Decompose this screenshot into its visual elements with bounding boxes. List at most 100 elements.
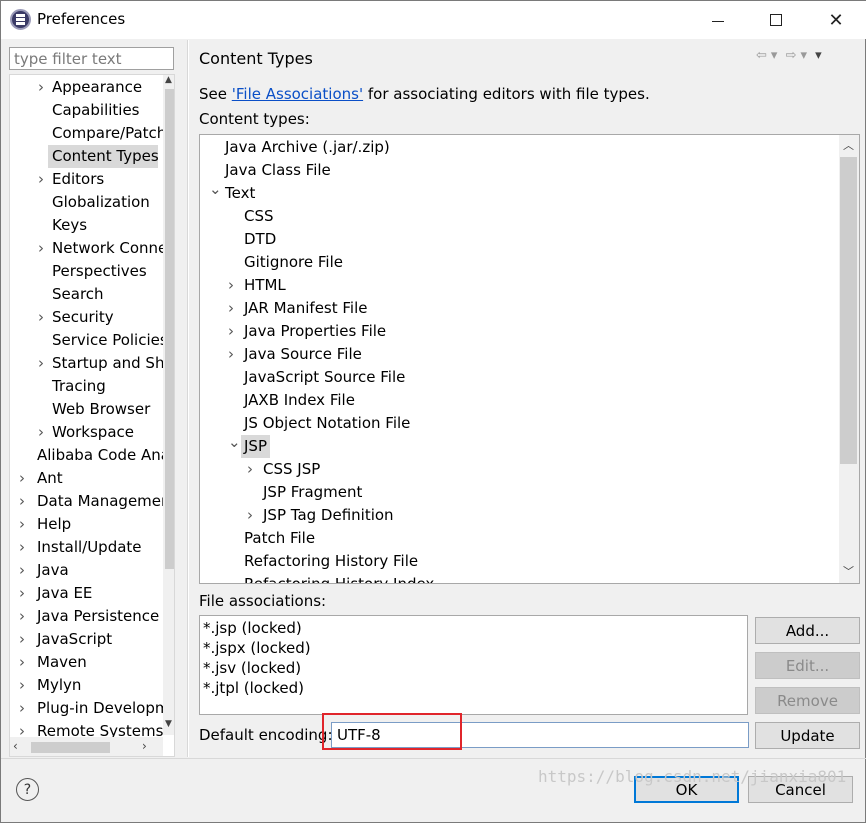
content-type-item[interactable]: JAXB Index File — [244, 389, 355, 412]
file-association-item[interactable]: *.jsp (locked) — [203, 619, 302, 637]
back-arrow-icon[interactable]: ⇦ — [756, 48, 767, 63]
scroll-up-icon[interactable]: ︿ — [843, 137, 854, 153]
content-type-item[interactable]: Java Class File — [225, 159, 331, 182]
content-type-item[interactable]: DTD — [244, 228, 276, 251]
content-type-item[interactable]: HTML — [244, 274, 286, 297]
filter-input[interactable]: type filter text — [9, 47, 174, 70]
content-type-item[interactable]: Refactoring History File — [244, 550, 418, 573]
expand-chevron-icon[interactable]: › — [19, 722, 25, 740]
remove-button[interactable]: Remove — [755, 687, 860, 714]
content-type-item[interactable]: Text — [225, 182, 255, 205]
file-association-item[interactable]: *.jtpl (locked) — [203, 679, 304, 697]
tree-item[interactable]: Editors — [48, 168, 104, 191]
tree-item[interactable]: Network Connections — [48, 237, 174, 260]
collapse-chevron-icon[interactable]: ⌄ — [228, 433, 241, 451]
expand-chevron-icon[interactable]: › — [247, 460, 253, 478]
content-scroll-thumb[interactable] — [840, 157, 857, 464]
left-scroll-thumb[interactable] — [165, 89, 174, 569]
tree-item[interactable]: Ant — [33, 467, 63, 490]
edit-button[interactable]: Edit... — [755, 652, 860, 679]
tree-item[interactable]: Service Policies — [48, 329, 168, 352]
collapse-chevron-icon[interactable]: ⌄ — [209, 180, 222, 198]
content-type-item[interactable]: Java Source File — [244, 343, 362, 366]
expand-chevron-icon[interactable]: › — [19, 607, 25, 625]
tree-item[interactable]: Mylyn — [33, 674, 81, 697]
help-icon[interactable]: ? — [16, 778, 39, 801]
tree-item[interactable]: Appearance — [48, 76, 142, 99]
tree-item[interactable]: Content Types — [48, 145, 159, 168]
file-association-item[interactable]: *.jspx (locked) — [203, 639, 311, 657]
content-type-item[interactable]: Java Archive (.jar/.zip) — [225, 136, 390, 159]
content-type-item[interactable]: Refactoring History Index — [244, 573, 434, 583]
content-vertical-scrollbar[interactable]: ︿ ﹀ — [839, 135, 859, 583]
close-button[interactable]: ✕ — [807, 1, 865, 39]
content-type-item[interactable]: JAR Manifest File — [244, 297, 368, 320]
tree-item[interactable]: Search — [48, 283, 104, 306]
tree-item[interactable]: Tracing — [48, 375, 106, 398]
content-type-item[interactable]: JSP Fragment — [263, 481, 362, 504]
tree-item[interactable]: Java Persistence — [33, 605, 159, 628]
left-hscroll-thumb[interactable] — [31, 742, 110, 753]
tree-item[interactable]: Plug-in Development — [33, 697, 174, 720]
tree-item[interactable]: Keys — [48, 214, 87, 237]
forward-arrow-icon[interactable]: ⇨ — [786, 48, 797, 63]
expand-chevron-icon[interactable]: › — [19, 630, 25, 648]
expand-chevron-icon[interactable]: › — [19, 538, 25, 556]
tree-item[interactable]: Web Browser — [48, 398, 150, 421]
expand-chevron-icon[interactable]: › — [228, 299, 234, 317]
scroll-up-icon[interactable]: ▲ — [165, 75, 172, 85]
file-associations-list[interactable]: *.jsp (locked) *.jspx (locked) *.jsv (lock… — [199, 615, 748, 715]
content-type-item[interactable]: Patch File — [244, 527, 315, 550]
expand-chevron-icon[interactable]: › — [38, 170, 44, 188]
content-type-item[interactable]: JSP — [241, 435, 270, 458]
content-type-item[interactable]: Gitignore File — [244, 251, 343, 274]
content-type-item[interactable]: JSP Tag Definition — [263, 504, 394, 527]
tree-item[interactable]: Compare/Patch — [48, 122, 166, 145]
expand-chevron-icon[interactable]: › — [228, 322, 234, 340]
expand-chevron-icon[interactable]: › — [19, 584, 25, 602]
view-menu-icon[interactable]: ▾ — [815, 48, 822, 63]
expand-chevron-icon[interactable]: › — [19, 469, 25, 487]
expand-chevron-icon[interactable]: › — [38, 239, 44, 257]
expand-chevron-icon[interactable]: › — [228, 345, 234, 363]
scroll-right-icon[interactable]: › — [142, 739, 147, 753]
scroll-left-icon[interactable]: ‹ — [13, 739, 18, 753]
file-association-item[interactable]: *.jsv (locked) — [203, 659, 301, 677]
back-menu-icon[interactable]: ▾ — [771, 48, 778, 63]
content-type-item[interactable]: CSS — [244, 205, 274, 228]
tree-item[interactable]: Java EE — [33, 582, 92, 605]
maximize-button[interactable] — [747, 1, 805, 39]
left-vertical-scrollbar[interactable]: ▲ ▼ — [163, 75, 174, 735]
tree-item[interactable]: Startup and Shutdown — [48, 352, 174, 375]
expand-chevron-icon[interactable]: › — [19, 492, 25, 510]
tree-item[interactable]: Java — [33, 559, 69, 582]
expand-chevron-icon[interactable]: › — [19, 515, 25, 533]
forward-menu-icon[interactable]: ▾ — [800, 48, 807, 63]
tree-item[interactable]: Help — [33, 513, 71, 536]
scroll-down-icon[interactable]: ﹀ — [843, 563, 854, 579]
expand-chevron-icon[interactable]: › — [38, 354, 44, 372]
content-type-item[interactable]: Java Properties File — [244, 320, 386, 343]
tree-item[interactable]: Globalization — [48, 191, 150, 214]
tree-item[interactable]: Perspectives — [48, 260, 147, 283]
tree-item[interactable]: Security — [48, 306, 114, 329]
expand-chevron-icon[interactable]: › — [228, 276, 234, 294]
minimize-button[interactable] — [689, 1, 747, 39]
content-type-item[interactable]: JavaScript Source File — [244, 366, 405, 389]
tree-item[interactable]: Alibaba Code Analysis — [33, 444, 174, 467]
tree-item[interactable]: Install/Update — [33, 536, 142, 559]
tree-item[interactable]: Workspace — [48, 421, 134, 444]
expand-chevron-icon[interactable]: › — [19, 653, 25, 671]
content-type-item[interactable]: CSS JSP — [263, 458, 320, 481]
tree-item[interactable]: JavaScript — [33, 628, 112, 651]
expand-chevron-icon[interactable]: › — [19, 699, 25, 717]
expand-chevron-icon[interactable]: › — [38, 308, 44, 326]
file-associations-link[interactable]: 'File Associations' — [232, 85, 363, 103]
expand-chevron-icon[interactable]: › — [19, 561, 25, 579]
expand-chevron-icon[interactable]: › — [38, 423, 44, 441]
expand-chevron-icon[interactable]: › — [247, 506, 253, 524]
expand-chevron-icon[interactable]: › — [19, 676, 25, 694]
left-horizontal-scrollbar[interactable]: ‹ › — [10, 737, 163, 756]
scroll-down-icon[interactable]: ▼ — [165, 719, 172, 729]
expand-chevron-icon[interactable]: › — [38, 78, 44, 96]
